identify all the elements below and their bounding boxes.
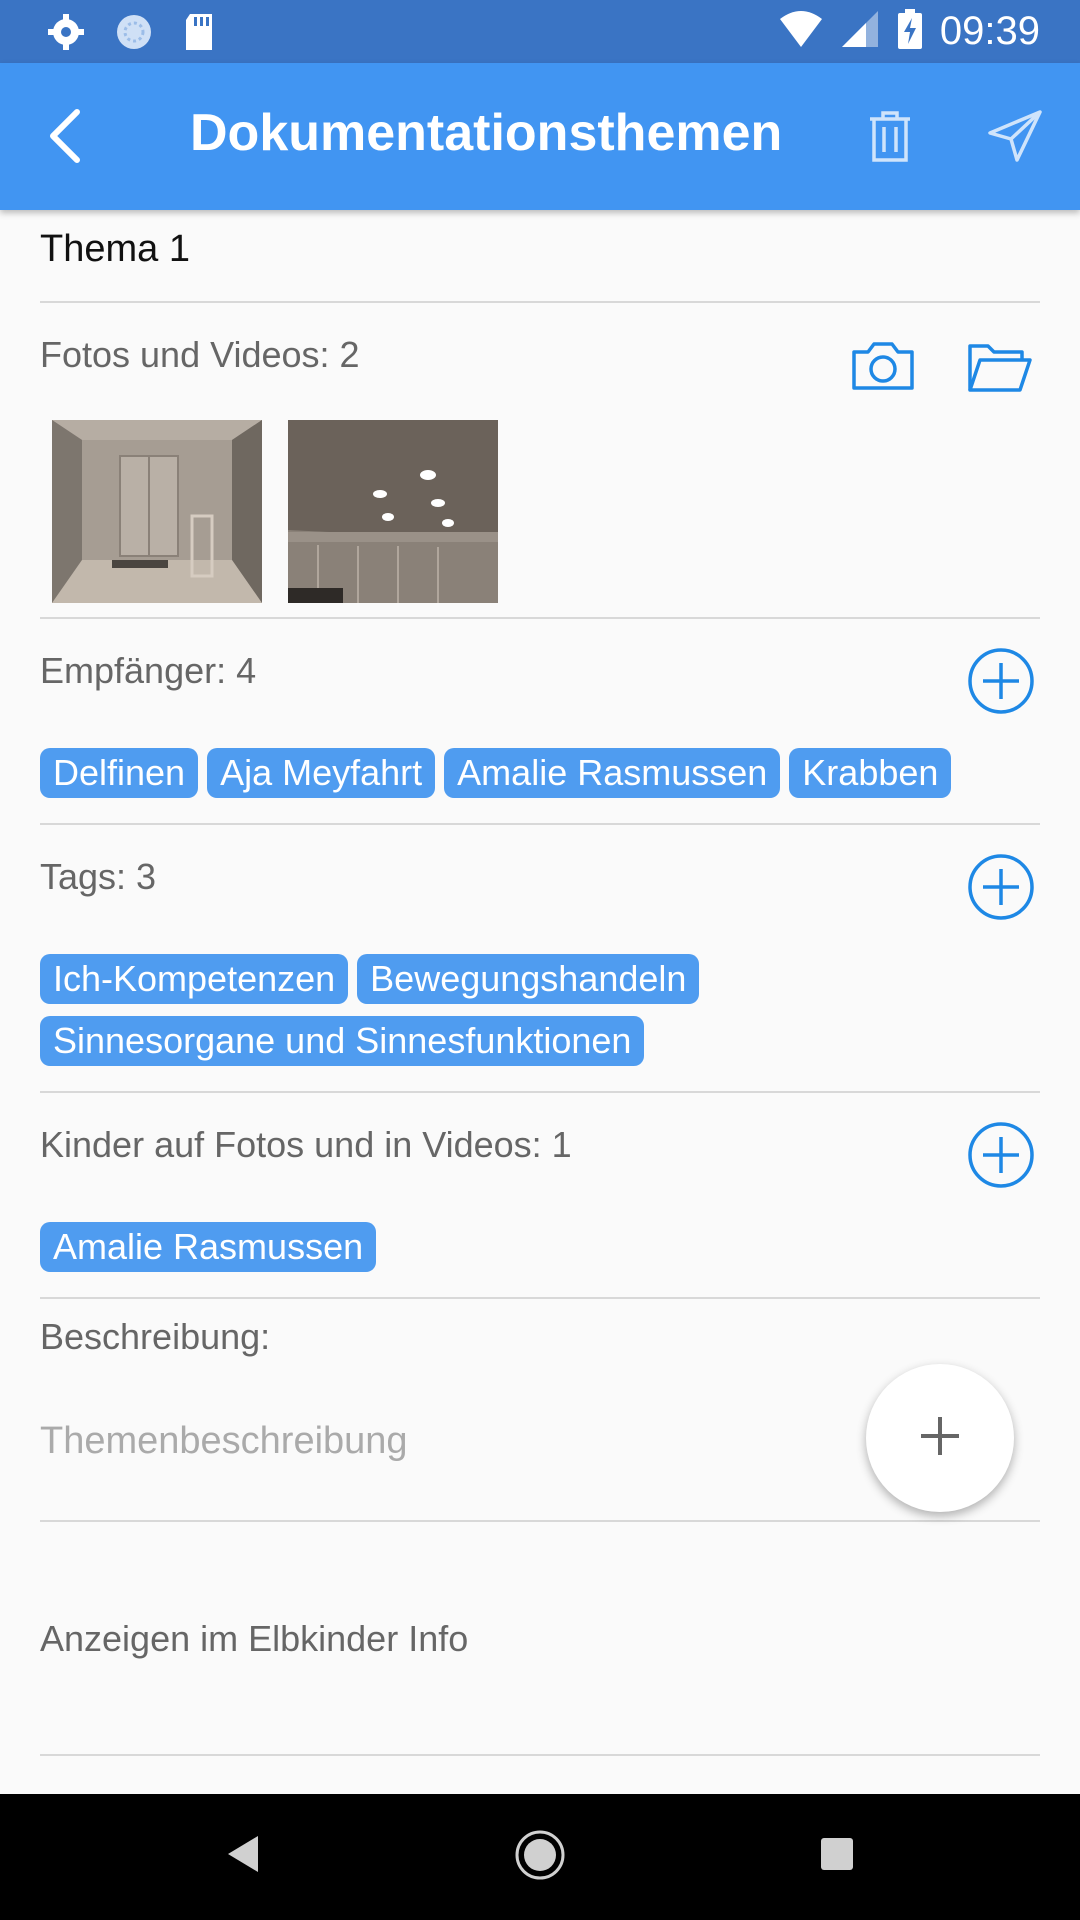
divider (40, 301, 1040, 303)
wifi-icon (778, 9, 824, 54)
divider (40, 1091, 1040, 1093)
tags-count-label: Tags: 3 (40, 856, 157, 897)
divider (40, 1754, 1040, 1756)
divider (40, 1520, 1040, 1522)
send-button[interactable] (980, 103, 1050, 173)
plus-circle-icon (967, 1121, 1035, 1194)
delete-button[interactable] (858, 103, 922, 173)
topic-form: Thema 1 Fotos und Videos: 2 Empfänger: 4… (0, 210, 1080, 1794)
display-in-info-label[interactable]: Anzeigen im Elbkinder Info (40, 1618, 468, 1660)
signal-icon (840, 9, 880, 54)
circle-home-icon (514, 1829, 566, 1886)
recipients-chips: Delfinen Aja Meyfahrt Amalie Rasmussen K… (40, 748, 1040, 798)
children-count-label: Kinder auf Fotos und in Videos: 1 (40, 1124, 572, 1165)
add-recipient-button[interactable] (966, 647, 1036, 720)
triangle-back-icon (224, 1834, 260, 1879)
divider (40, 823, 1040, 825)
trash-icon (867, 109, 913, 168)
plus-circle-icon (967, 647, 1035, 720)
nav-home-button[interactable] (507, 1824, 573, 1890)
recipient-chip[interactable]: Delfinen (40, 748, 199, 798)
plus-circle-icon (967, 853, 1035, 926)
sync-icon (114, 12, 154, 57)
child-chip[interactable]: Amalie Rasmussen (40, 1222, 377, 1272)
recipient-chip[interactable]: Amalie Rasmussen (444, 748, 781, 798)
tag-chip[interactable]: Ich-Kompetenzen (40, 954, 349, 1004)
folder-button[interactable] (965, 340, 1035, 400)
divider (40, 1297, 1040, 1299)
tag-chip[interactable]: Bewegungshandeln (357, 954, 700, 1004)
divider (40, 617, 1040, 619)
add-tag-button[interactable] (966, 853, 1036, 926)
recipient-chip[interactable]: Aja Meyfahrt (207, 748, 436, 798)
page-title: Dokumentationsthemen (190, 104, 783, 162)
photo-thumbnail[interactable] (52, 420, 262, 603)
add-fab-button[interactable] (866, 1364, 1014, 1512)
send-icon (987, 109, 1043, 168)
description-label: Beschreibung: (40, 1316, 271, 1357)
children-chips: Amalie Rasmussen (40, 1222, 1040, 1272)
back-button[interactable] (30, 103, 100, 173)
sdcard-icon (182, 12, 216, 57)
tag-chip[interactable]: Sinnesorgane und Sinnesfunktionen (40, 1016, 645, 1066)
battery-charging-icon (896, 8, 924, 55)
camera-button[interactable] (848, 338, 918, 398)
status-bar: 09:39 (0, 0, 1080, 63)
plus-icon (919, 1415, 961, 1462)
system-nav-bar (0, 1794, 1080, 1920)
recipient-chip[interactable]: Krabben (789, 748, 952, 798)
nav-back-button[interactable] (210, 1824, 274, 1888)
status-time: 09:39 (939, 9, 1040, 53)
media-count-label: Fotos und Videos: 2 (40, 334, 360, 375)
square-recents-icon (819, 1836, 855, 1877)
camera-icon (850, 340, 916, 397)
recipients-count-label: Empfänger: 4 (40, 650, 257, 691)
folder-icon (966, 342, 1034, 399)
add-child-button[interactable] (966, 1121, 1036, 1194)
nav-recents-button[interactable] (805, 1824, 869, 1888)
back-arrow-icon (45, 108, 85, 169)
tags-chips: Ich-Kompetenzen Bewegungshandeln Sinneso… (40, 954, 780, 1066)
gear-icon (46, 12, 86, 57)
topic-title-field[interactable]: Thema 1 (40, 228, 190, 271)
description-input[interactable]: Themenbeschreibung (40, 1420, 408, 1463)
photo-thumbnail[interactable] (288, 420, 498, 603)
app-bar: Dokumentationsthemen (0, 63, 1080, 210)
